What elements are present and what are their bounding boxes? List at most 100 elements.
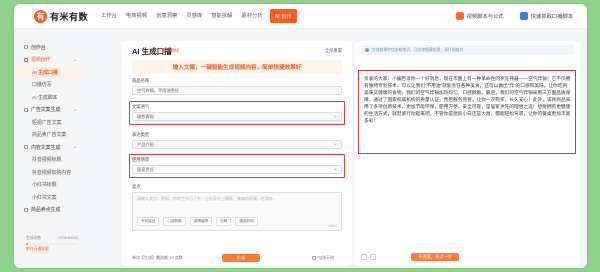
quota-panel: 生成次数 1378/40000 前往开通权限 [26,236,78,252]
sample-toggle[interactable]: 勾选示例 [312,255,334,261]
logo[interactable]: 有 有米有数 [34,9,89,23]
sidebar: 创作台 视频创作 ▲ AI 生成口播 口播仿写 AI 生成脚本 广告文案生成 ▲ 短… [16,41,81,266]
regenerate-button[interactable]: 不满意，再试一次 [411,253,459,261]
desc-placeholder: 请输入卖点，例如：你好工作日下午，让在家吃上健康、美味的早餐，在家吃... [137,196,277,201]
form-footer: 单次【生成】需消耗 10 点数 生成 勾选示例 [132,253,342,263]
scene-select[interactable]: 居家烹饪 ▼ [132,165,342,174]
output-panel: 生成结果中包含敏感词，已为你隐藏处理，请仔细核对 亲爱的大家，小编告诉你一个好消… [355,41,580,266]
nav-right: 视频脚本与公式 快速抓取口播脚本 [440,12,573,20]
sidebar-item-ad-copy[interactable]: 广告文案生成 ▲ [16,104,81,117]
generate-button[interactable]: 生成 [222,254,260,262]
logo-icon: 有 [34,9,47,23]
keyword-chip[interactable]: 专利保证 [137,217,160,226]
sidebar-item-label: 小红书标题 [32,183,57,189]
sidebar-item-workbench[interactable]: 创作台 [16,41,81,54]
quota-label: 生成次数 [26,236,42,240]
info-icon [365,48,369,52]
keyword-chip[interactable]: 包邮 [216,217,232,226]
brand-name: 有米有数 [50,11,89,22]
nav-item-ecommerce-video[interactable]: 电商视频 [126,9,147,23]
nav-item-ai-create[interactable]: AI 创作 [269,9,297,23]
scene-field: 使用场景 居家烹饪 ▼ [132,157,342,174]
grab-script-link[interactable]: 快速抓取口播脚本 [519,12,573,20]
chevron-up-icon: ▲ [73,57,77,62]
sensitive-word-notice: 生成结果中包含敏感词，已为你隐藏处理，请仔细核对 [361,45,574,55]
sidebar-item-video-create[interactable]: 视频创作 ▲ [16,54,81,67]
product-label: 商品名称 [132,78,150,83]
chevron-down-icon: ▼ [333,114,337,119]
generated-result[interactable]: 亲爱的大家，小编告诉你一个好消息，现在市面上有一种革命性的烹饪神器——空气炸锅！… [358,70,576,154]
nav-item-asset-analysis[interactable]: 素材分析 [241,9,262,23]
chevron-up-icon: ▲ [73,107,77,112]
tone-label: 文案语气 [132,104,150,109]
keyword-chips: 专利保证 口感酥脆 品牌保障 包邮 赠品好用 [137,217,262,226]
document-icon [24,145,28,150]
sidebar-item-douyin-content[interactable]: 抖音视频加购内容 [16,166,81,179]
tutorial-link[interactable]: 使用教程 [162,48,179,54]
nav-item-inspiration[interactable]: 灵感库 [186,9,202,23]
tone-select[interactable]: 理性客观 ▼ [132,112,342,121]
desc-textarea[interactable]: 请输入卖点，例如：你好工作日下午，让在家吃上健康、美味的早餐，在家吃... 专利… [132,192,342,231]
upgrade-link[interactable]: 前往开通权限 [26,247,78,252]
sidebar-item-short-ad[interactable]: 短视广告文案 [16,116,81,129]
megaphone-icon [24,107,28,112]
sidebar-item-selling-point[interactable]: 商品卖点生成 [16,204,81,217]
copy-icon[interactable] [361,254,367,260]
product-input-value: 空气炸锅，不用油烹饪 [137,87,179,93]
output-footer: 不满意，再试一次 [361,253,574,263]
top-navbar: 有 有米有数 工作台 电商视频 创意洞察 灵感库 智能拆解 素材分析 AI 创作… [14,4,587,29]
sidebar-item-voiceover-rewrite[interactable]: 口播仿写 [16,79,81,92]
keyword-chip[interactable]: 赠品好用 [235,217,258,226]
sidebar-item-product-ad[interactable]: 商品卖广告文案 [16,129,81,142]
quota-bar [26,243,78,245]
chevron-down-icon: ▼ [333,142,337,147]
sidebar-item-label: 广告文案生成 [31,108,61,114]
grab-script-label: 快速抓取口播脚本 [530,14,573,20]
checkbox-icon [312,256,316,260]
video-icon [455,12,464,20]
sidebar-item-label: AI 生成脚本 [32,95,58,101]
download-icon[interactable] [370,254,376,260]
sidebar-item-label: 视频创作 [31,58,51,64]
quota-bar-fill [26,243,28,245]
nav-item-smart-breakdown[interactable]: 智能拆解 [211,9,232,23]
nav-item-creative-insight[interactable]: 创意洞察 [156,9,177,23]
length-select[interactable]: 产品介绍 ▼ [132,140,342,149]
length-select-value: 产品介绍 [137,141,154,147]
form-panel: AI 生成口播 使用教程 全部重置 输入文案，一键智能生成视频内容，简单快捷效果… [122,41,352,266]
keyword-chip[interactable]: 品牌保障 [189,217,213,226]
sidebar-item-xhs-title[interactable]: 小红书标题 [16,179,81,192]
tag-icon [24,207,28,212]
nav-item-workbench[interactable]: 工作台 [101,9,117,23]
char-counter: 0/500 [328,224,338,228]
app-window: 有 有米有数 工作台 电商视频 创意洞察 灵感库 智能拆解 素材分析 AI 创作… [14,4,587,268]
sidebar-item-label: 小红书文案 [32,195,57,201]
quota-value: 1378/40000 [57,236,78,240]
tone-field: 文案语气 理性客观 ▼ [132,104,342,121]
main-nav: 工作台 电商视频 创意洞察 灵感库 智能拆解 素材分析 AI 创作 [101,9,306,23]
sidebar-item-content-copy[interactable]: 内容文案生成 ▲ [16,141,81,154]
sidebar-item-ai-script[interactable]: AI 生成脚本 [16,91,81,104]
video-icon [24,57,28,62]
sidebar-item-label: 口播仿写 [32,83,52,89]
length-field: 表达类型 产品介绍 ▼ [132,132,342,149]
sidebar-item-ai-voiceover[interactable]: AI 生成口播 [16,66,81,79]
keyword-chip[interactable]: 口感酥脆 [163,217,186,226]
sample-label: 勾选示例 [318,255,334,260]
desc-field: 卖点 请输入卖点，例如：你好工作日下午，让在家吃上健康、美味的早餐，在家吃...… [132,184,342,231]
sidebar-item-douyin-title[interactable]: 抖音视频标题 [16,154,81,167]
scene-label: 使用场景 [132,157,150,162]
product-field: 商品名称 空气炸锅，不用油烹饪 [132,78,342,95]
sidebar-item-xhs-copy[interactable]: 小红书文案 [16,191,81,204]
sidebar-item-label: 内容文案生成 [31,145,61,151]
product-input[interactable]: 空气炸锅，不用油烹饪 [132,86,342,95]
chevron-up-icon: ▲ [73,145,77,150]
desc-label: 卖点 [132,184,141,189]
sidebar-item-label: 短视广告文案 [32,120,62,126]
length-label: 表达类型 [132,132,150,137]
script-formula-link[interactable]: 视频脚本与公式 [455,12,504,20]
chevron-down-icon: ▼ [333,167,337,172]
sidebar-item-label: AI 生成口播 [32,70,58,76]
tone-select-value: 理性客观 [137,113,154,119]
reset-all-button[interactable]: 全部重置 [325,48,342,54]
